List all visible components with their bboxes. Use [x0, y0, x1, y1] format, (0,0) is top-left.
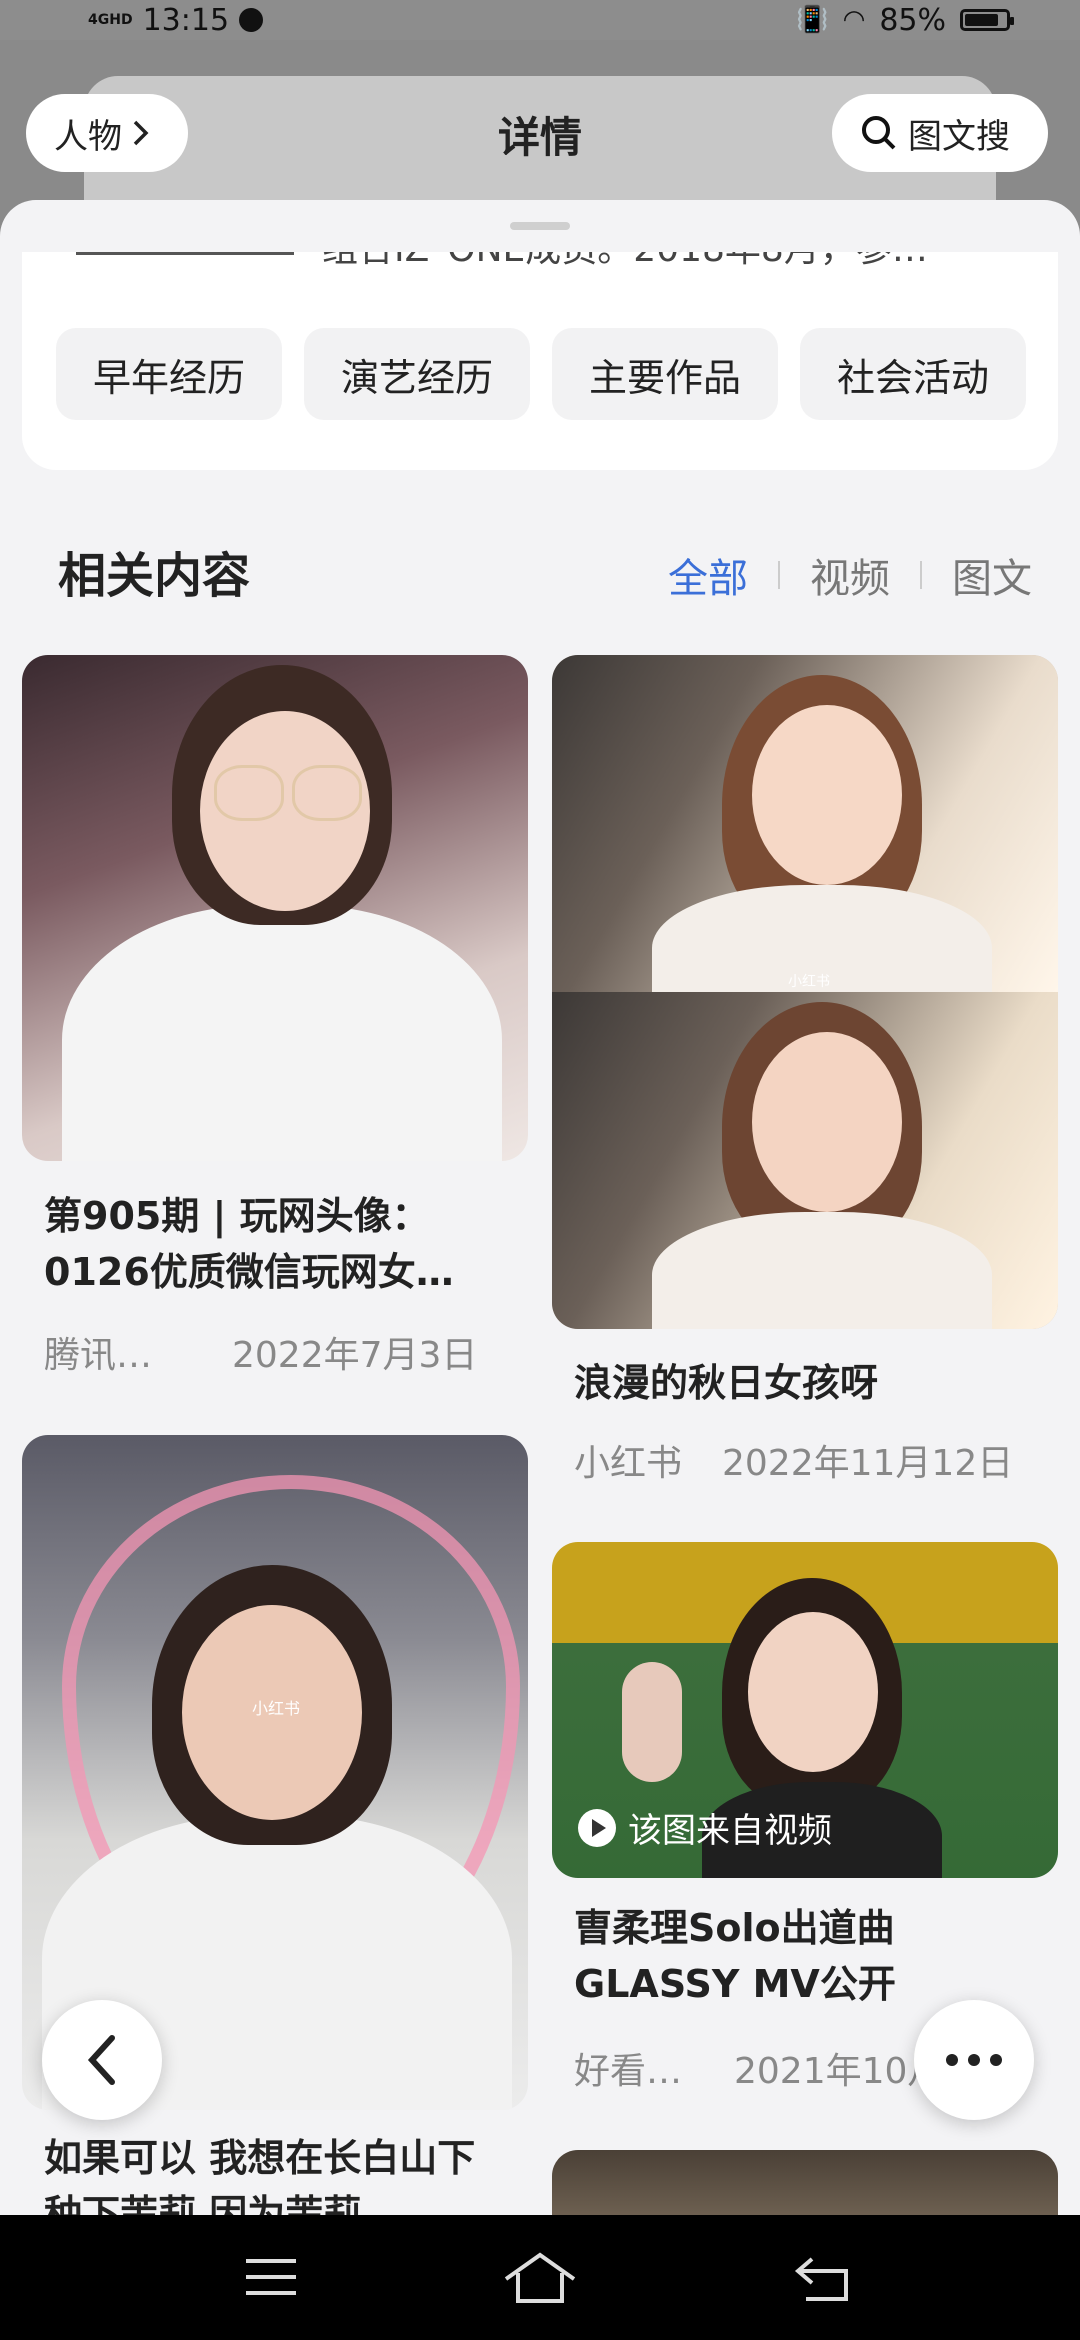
watermark: 小红书 — [788, 974, 830, 990]
glasses — [214, 765, 284, 821]
chip-early-life[interactable]: 早年经历 — [56, 328, 282, 420]
battery-percent: 85% — [879, 2, 946, 38]
photo-top: 小红书 — [552, 655, 1058, 1025]
detail-sheet: 组合IZ*ONE成员。2018年8月，参… 早年经历 演艺经历 主要作品 社会活… — [0, 200, 1080, 2215]
photo-subject — [62, 905, 502, 1161]
chip-works[interactable]: 主要作品 — [552, 328, 778, 420]
chip-social[interactable]: 社会活动 — [800, 328, 1026, 420]
notification-icon — [239, 8, 264, 32]
info-card: 组合IZ*ONE成员。2018年8月，参… 早年经历 演艺经历 主要作品 社会活… — [22, 252, 1058, 470]
feed-image-video[interactable]: 该图来自视频 — [552, 1542, 1058, 1878]
feed-source: 好看… — [574, 2051, 683, 2092]
feed-title[interactable]: 曺柔理Solo出道曲 GLASSY MV公开 — [574, 1900, 974, 2012]
photo-subject — [652, 1212, 992, 1329]
battery-fill — [965, 14, 998, 26]
video-source-tag: 该图来自视频 — [578, 1803, 832, 1852]
image-text-search-button[interactable]: 图文搜 — [832, 94, 1048, 172]
photo-subject — [622, 1662, 682, 1782]
related-filters: 全部 视频 图文 — [668, 546, 1032, 604]
photo-subject — [752, 705, 902, 885]
feed-image[interactable] — [552, 2150, 1058, 2215]
search-label: 图文搜 — [908, 116, 1010, 157]
network-indicator: 4GHD — [88, 12, 133, 28]
back-button[interactable] — [42, 2000, 162, 2120]
system-nav-bar — [0, 2215, 1080, 2340]
filter-video[interactable]: 视频 — [810, 546, 890, 604]
menu-icon[interactable] — [244, 2255, 298, 2299]
feed-title[interactable]: 如果可以 我想在长白山下种下茉莉 因为茉莉… — [44, 2130, 494, 2215]
filter-image-text[interactable]: 图文 — [952, 546, 1032, 604]
intro-text: 组合IZ*ONE成员。2018年8月，参… — [322, 252, 928, 272]
feed-image[interactable] — [22, 655, 528, 1161]
feed-title[interactable]: 浪漫的秋日女孩呀 — [574, 1355, 1034, 1411]
status-bar: 4GHD 13:15 📳 ◠ 85% — [0, 0, 1080, 40]
photo-subject — [748, 1612, 878, 1772]
photo-subject — [752, 1032, 902, 1212]
feed-date: 2022年11月12日 — [722, 1443, 1014, 1484]
more-icon — [946, 2054, 1002, 2066]
glasses — [292, 765, 362, 821]
sheet-grabber[interactable] — [510, 222, 570, 230]
feed-image[interactable]: 小红书 — [552, 655, 1058, 1329]
back-nav-icon[interactable] — [792, 2255, 852, 2303]
battery-icon — [960, 9, 1014, 31]
photo-bottom — [552, 992, 1058, 1329]
search-icon — [862, 116, 896, 150]
chip-career[interactable]: 演艺经历 — [304, 328, 530, 420]
feed-date: 2022年7月3日 — [232, 1335, 478, 1376]
feed-source: 小红书 — [574, 1443, 683, 1484]
chevron-left-icon — [87, 2035, 115, 2085]
watermark: 小红书 — [252, 1699, 301, 1718]
filter-divider — [778, 561, 780, 589]
filter-divider — [920, 561, 922, 589]
feed-title[interactable]: 第905期 | 玩网头像：0126优质微信玩网女… — [44, 1188, 494, 1300]
clock: 13:15 — [142, 2, 230, 38]
feed-source: 腾讯… — [44, 1335, 153, 1376]
wifi-icon: ◠ — [842, 5, 866, 35]
play-icon — [578, 1808, 616, 1847]
filter-all[interactable]: 全部 — [668, 546, 748, 604]
divider — [76, 252, 294, 255]
video-source-label: 该图来自视频 — [628, 1811, 832, 1851]
vibrate-icon: 📳 — [796, 5, 829, 35]
section-chips: 早年经历 演艺经历 主要作品 社会活动 — [56, 328, 1026, 420]
more-button[interactable] — [914, 2000, 1034, 2120]
home-icon[interactable] — [502, 2249, 578, 2305]
related-heading: 相关内容 — [58, 548, 251, 604]
